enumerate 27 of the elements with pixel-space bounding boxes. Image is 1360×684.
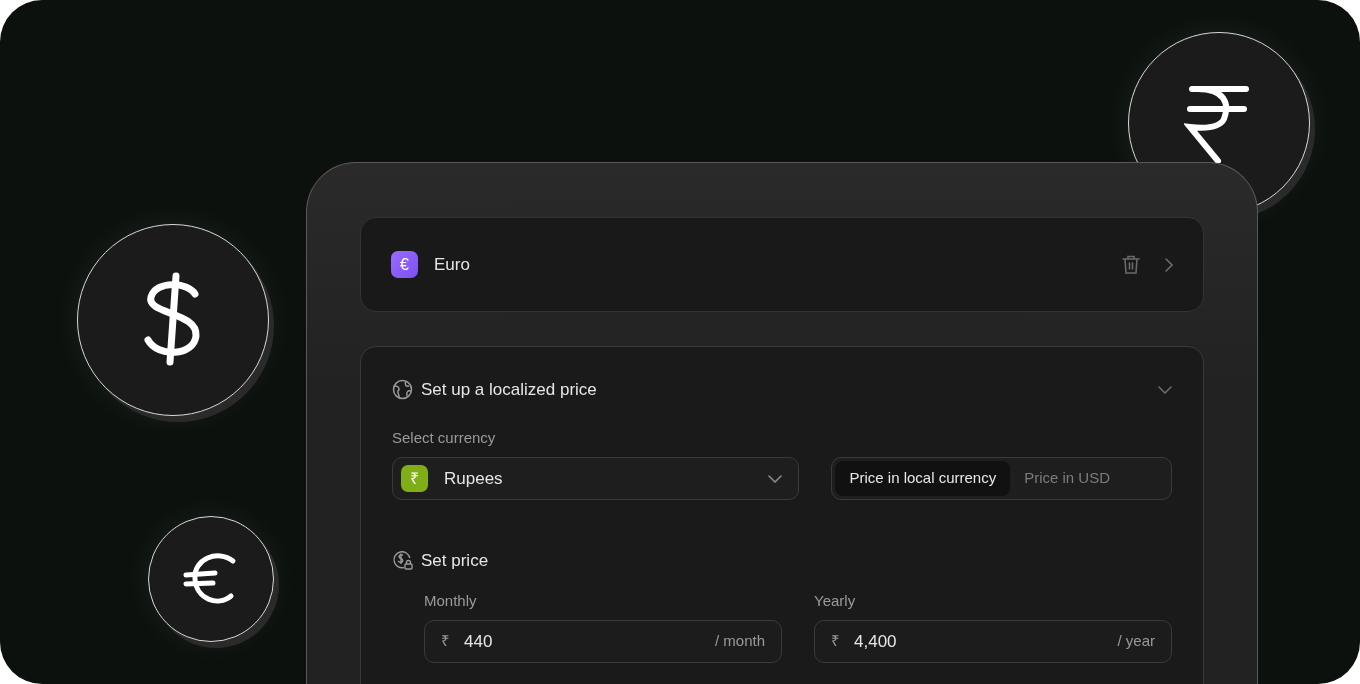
- globe-icon: [392, 379, 413, 401]
- price-field[interactable]: ₹ 4,400 / year: [814, 620, 1172, 663]
- section-title: Set price: [421, 550, 489, 572]
- chevron-down-icon[interactable]: [1158, 385, 1172, 395]
- price-field[interactable]: ₹ 440 / month: [424, 620, 782, 663]
- currency-select[interactable]: ₹ Rupees: [392, 457, 800, 500]
- currency-badge: ₹: [401, 465, 428, 492]
- field-label: Monthly: [424, 590, 478, 611]
- trash-icon[interactable]: [1122, 255, 1140, 274]
- currency-badge: €: [391, 251, 418, 278]
- select-value: Rupees: [444, 467, 503, 490]
- field-label: Yearly: [814, 590, 857, 611]
- chevron-right-icon[interactable]: [1164, 257, 1173, 272]
- currency-prefix: ₹: [441, 631, 450, 652]
- chevron-down-icon: [768, 474, 783, 483]
- price-input[interactable]: 440: [464, 628, 701, 655]
- currency-row[interactable]: € Euro: [360, 217, 1204, 312]
- currency-prefix: ₹: [831, 631, 840, 652]
- segment-tab[interactable]: Price in local currency: [835, 461, 1011, 496]
- unit-suffix: / month: [714, 631, 765, 652]
- coin-lock-icon: [392, 550, 413, 572]
- unit-suffix: / year: [1117, 631, 1155, 652]
- price-input[interactable]: 4,400: [854, 628, 1104, 655]
- section-title: Set up a localized price: [421, 379, 597, 401]
- segment-tab[interactable]: Price in USD: [1010, 461, 1125, 496]
- currency-name: Euro: [434, 253, 470, 276]
- field-label: Select currency: [392, 427, 497, 448]
